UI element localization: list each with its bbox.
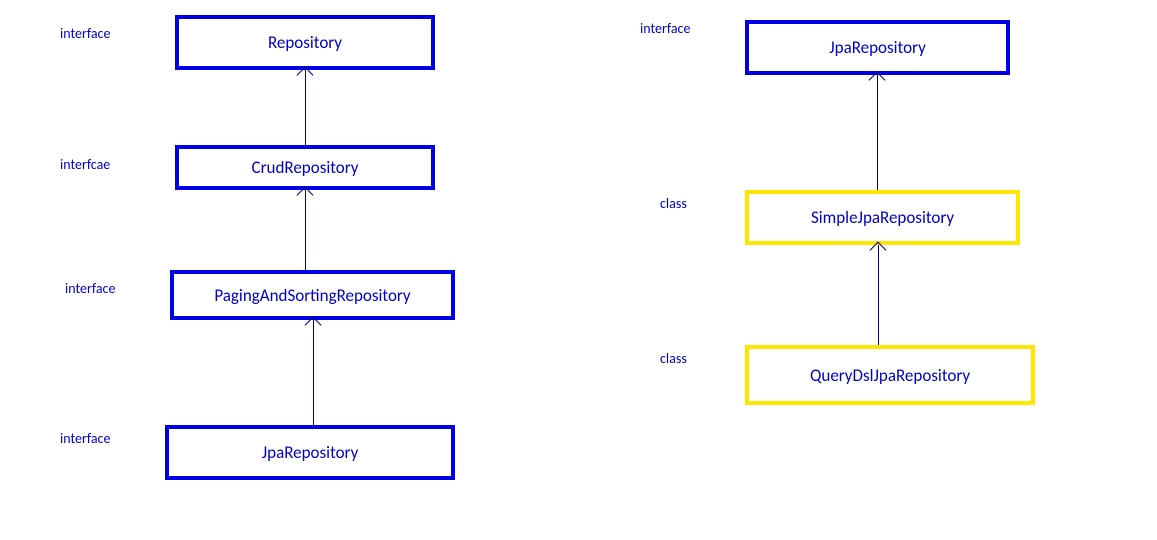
interface-box-jparepository-right: JpaRepository: [745, 20, 1010, 75]
stereotype-label: interface: [65, 280, 115, 297]
interface-box-repository: Repository: [175, 15, 435, 70]
interface-box-crudrepository: CrudRepository: [175, 145, 435, 190]
interface-box-jparepository: JpaRepository: [165, 425, 455, 480]
box-label: Repository: [268, 32, 342, 53]
box-label: JpaRepository: [262, 442, 359, 463]
inheritance-arrow: [877, 75, 878, 190]
box-label: QueryDslJpaRepository: [810, 365, 970, 386]
box-label: CrudRepository: [252, 157, 359, 178]
inheritance-arrow: [305, 190, 306, 270]
class-box-querydsljparepository: QueryDslJpaRepository: [745, 345, 1035, 405]
class-box-simplejparepository: SimpleJpaRepository: [745, 190, 1020, 245]
inheritance-arrow: [878, 245, 879, 345]
stereotype-label: interfcae: [60, 156, 110, 173]
box-label: PagingAndSortingRepository: [214, 285, 410, 306]
stereotype-label: class: [660, 195, 687, 212]
stereotype-label: interface: [60, 25, 110, 42]
inheritance-arrow: [313, 320, 314, 425]
interface-box-pagingandsorting: PagingAndSortingRepository: [170, 270, 455, 320]
stereotype-label: interface: [60, 430, 110, 447]
stereotype-label: interface: [640, 20, 690, 37]
box-label: SimpleJpaRepository: [811, 207, 954, 228]
inheritance-arrow: [305, 70, 306, 145]
box-label: JpaRepository: [829, 37, 926, 58]
stereotype-label: class: [660, 350, 687, 367]
